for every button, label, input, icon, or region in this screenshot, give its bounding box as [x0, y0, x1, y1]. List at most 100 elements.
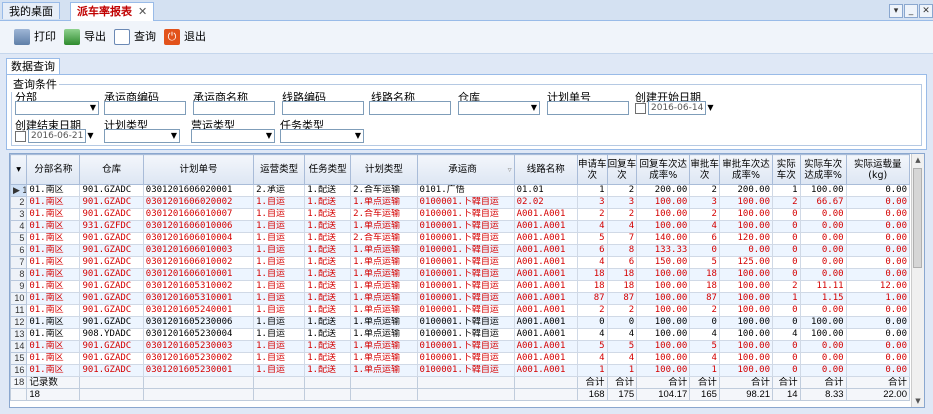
table-cell[interactable]: 1.配送: [304, 256, 352, 269]
create-end-date[interactable]: 2016-06-21 ▼: [15, 129, 93, 143]
table-cell[interactable]: 87: [689, 292, 720, 305]
table-cell[interactable]: 7: [606, 232, 638, 245]
table-cell[interactable]: 1: [772, 292, 801, 305]
table-cell[interactable]: 1.配送: [304, 304, 352, 317]
table-cell[interactable]: 5: [689, 256, 720, 269]
row-number[interactable]: 10: [10, 292, 28, 305]
table-cell[interactable]: 6: [689, 232, 720, 245]
table-cell[interactable]: 01.01: [513, 184, 578, 197]
table-cell[interactable]: 0.00: [845, 184, 911, 197]
table-cell[interactable]: 0.00: [799, 340, 847, 353]
table-cell[interactable]: 1.配送: [304, 268, 352, 281]
table-cell[interactable]: 18: [606, 280, 638, 293]
table-cell[interactable]: 1.自运: [253, 292, 306, 305]
table-cell[interactable]: 0100001.卜韓自运: [416, 364, 515, 377]
table-cell[interactable]: 4: [576, 352, 608, 365]
table-row[interactable]: 13 01.南区 908.YDADC 0301201605230004 1.自运 1.配送…: [10, 328, 911, 341]
table-cell[interactable]: 0.00: [799, 232, 847, 245]
table-cell[interactable]: 1.自运: [253, 280, 306, 293]
table-cell[interactable]: 01.南区: [26, 280, 81, 293]
table-cell[interactable]: 1.自运: [253, 340, 306, 353]
table-cell[interactable]: 4: [576, 256, 608, 269]
table-cell[interactable]: 0: [772, 364, 801, 377]
table-cell[interactable]: 2: [689, 184, 720, 197]
table-cell[interactable]: 1.配送: [304, 280, 352, 293]
table-cell[interactable]: 1.配送: [304, 364, 352, 377]
table-cell[interactable]: 100.00: [636, 196, 691, 209]
table-cell[interactable]: 5: [689, 340, 720, 353]
table-cell[interactable]: 4: [606, 220, 638, 233]
header-warehouse[interactable]: 仓库: [79, 154, 144, 185]
header-approve-count[interactable]: 审批车次: [689, 154, 720, 185]
table-cell[interactable]: 0: [772, 220, 801, 233]
table-cell[interactable]: 100.00: [718, 364, 774, 377]
tab-dispatch-report[interactable]: 派车率报表 ✕: [70, 2, 155, 21]
table-cell[interactable]: 100.00: [636, 208, 691, 221]
table-cell[interactable]: 18: [576, 280, 608, 293]
table-cell[interactable]: 0301201605230001: [142, 364, 255, 377]
table-cell[interactable]: 1: [576, 364, 608, 377]
row-number[interactable]: 12: [10, 316, 28, 329]
table-cell[interactable]: 901.GZADC: [79, 352, 144, 365]
table-cell[interactable]: 5: [576, 340, 608, 353]
table-cell[interactable]: 0.00: [799, 244, 847, 257]
table-row[interactable]: 7 01.南区 901.GZADC 0301201606010002 1.自运 1.配送 1…: [10, 256, 911, 269]
branch-select[interactable]: ▼: [15, 101, 99, 115]
table-cell[interactable]: 1.配送: [304, 316, 352, 329]
warehouse-select[interactable]: ▼: [458, 101, 540, 115]
row-number[interactable]: 5: [10, 232, 28, 245]
table-cell[interactable]: 0100001.卜韓自运: [416, 208, 515, 221]
table-cell[interactable]: 01.南区: [26, 352, 81, 365]
row-number[interactable]: ▶ 1: [10, 184, 28, 197]
table-cell[interactable]: 100.00: [718, 292, 774, 305]
table-cell[interactable]: 0100001.卜韓自运: [416, 256, 515, 269]
table-cell[interactable]: 0.00: [845, 256, 911, 269]
table-cell[interactable]: 1.00: [845, 292, 911, 305]
close-icon[interactable]: ✕: [138, 5, 147, 18]
table-cell[interactable]: 0: [772, 232, 801, 245]
table-cell[interactable]: A001.A001: [513, 244, 578, 257]
table-cell[interactable]: 18: [689, 280, 720, 293]
table-cell[interactable]: 0301201605240001: [142, 304, 255, 317]
table-cell[interactable]: 0: [772, 244, 801, 257]
table-cell[interactable]: 100.00: [636, 280, 691, 293]
table-cell[interactable]: 01.南区: [26, 256, 81, 269]
table-cell[interactable]: 0: [689, 244, 720, 257]
table-cell[interactable]: 100.00: [799, 316, 847, 329]
table-cell[interactable]: 0301201605230006: [142, 316, 255, 329]
table-cell[interactable]: 100.00: [636, 364, 691, 377]
print-button[interactable]: 打印: [14, 28, 56, 46]
table-cell[interactable]: 0.00: [845, 328, 911, 341]
row-number[interactable]: 15: [10, 352, 28, 365]
table-cell[interactable]: 01.南区: [26, 304, 81, 317]
table-cell[interactable]: 0.00: [799, 256, 847, 269]
table-cell[interactable]: 200.00: [718, 184, 774, 197]
table-cell[interactable]: 0.00: [845, 364, 911, 377]
table-cell[interactable]: 1.单点运输: [350, 196, 418, 209]
table-cell[interactable]: 0: [772, 268, 801, 281]
table-cell[interactable]: A001.A001: [513, 352, 578, 365]
table-cell[interactable]: 0301201606010007: [142, 208, 255, 221]
table-row[interactable]: 15 01.南区 901.GZADC 0301201605230002 1.自运 1.配送…: [10, 352, 911, 365]
table-cell[interactable]: 3: [576, 196, 608, 209]
table-cell[interactable]: 2: [689, 208, 720, 221]
table-cell[interactable]: 120.00: [718, 232, 774, 245]
table-row[interactable]: 12 01.南区 901.GZADC 0301201605230006 1.自运 1.配送…: [10, 316, 911, 329]
table-cell[interactable]: 901.GZADC: [79, 196, 144, 209]
table-cell[interactable]: 1.自运: [253, 352, 306, 365]
table-cell[interactable]: 1.自运: [253, 364, 306, 377]
table-cell[interactable]: 0: [689, 316, 720, 329]
table-cell[interactable]: 100.00: [718, 328, 774, 341]
table-cell[interactable]: 2: [772, 280, 801, 293]
table-row[interactable]: 8 01.南区 901.GZADC 0301201606010001 1.自运 1.配送 1…: [10, 268, 911, 281]
row-number[interactable]: 6: [10, 244, 28, 257]
row-number[interactable]: 7: [10, 256, 28, 269]
table-cell[interactable]: 100.00: [636, 316, 691, 329]
table-cell[interactable]: 0100001.卜韓自运: [416, 340, 515, 353]
table-cell[interactable]: 0100001.卜韓自运: [416, 352, 515, 365]
table-cell[interactable]: 1: [606, 364, 638, 377]
table-cell[interactable]: 0100001.卜韓自运: [416, 280, 515, 293]
table-cell[interactable]: 100.00: [718, 316, 774, 329]
table-cell[interactable]: 931.GZFDC: [79, 220, 144, 233]
table-cell[interactable]: 1.配送: [304, 292, 352, 305]
